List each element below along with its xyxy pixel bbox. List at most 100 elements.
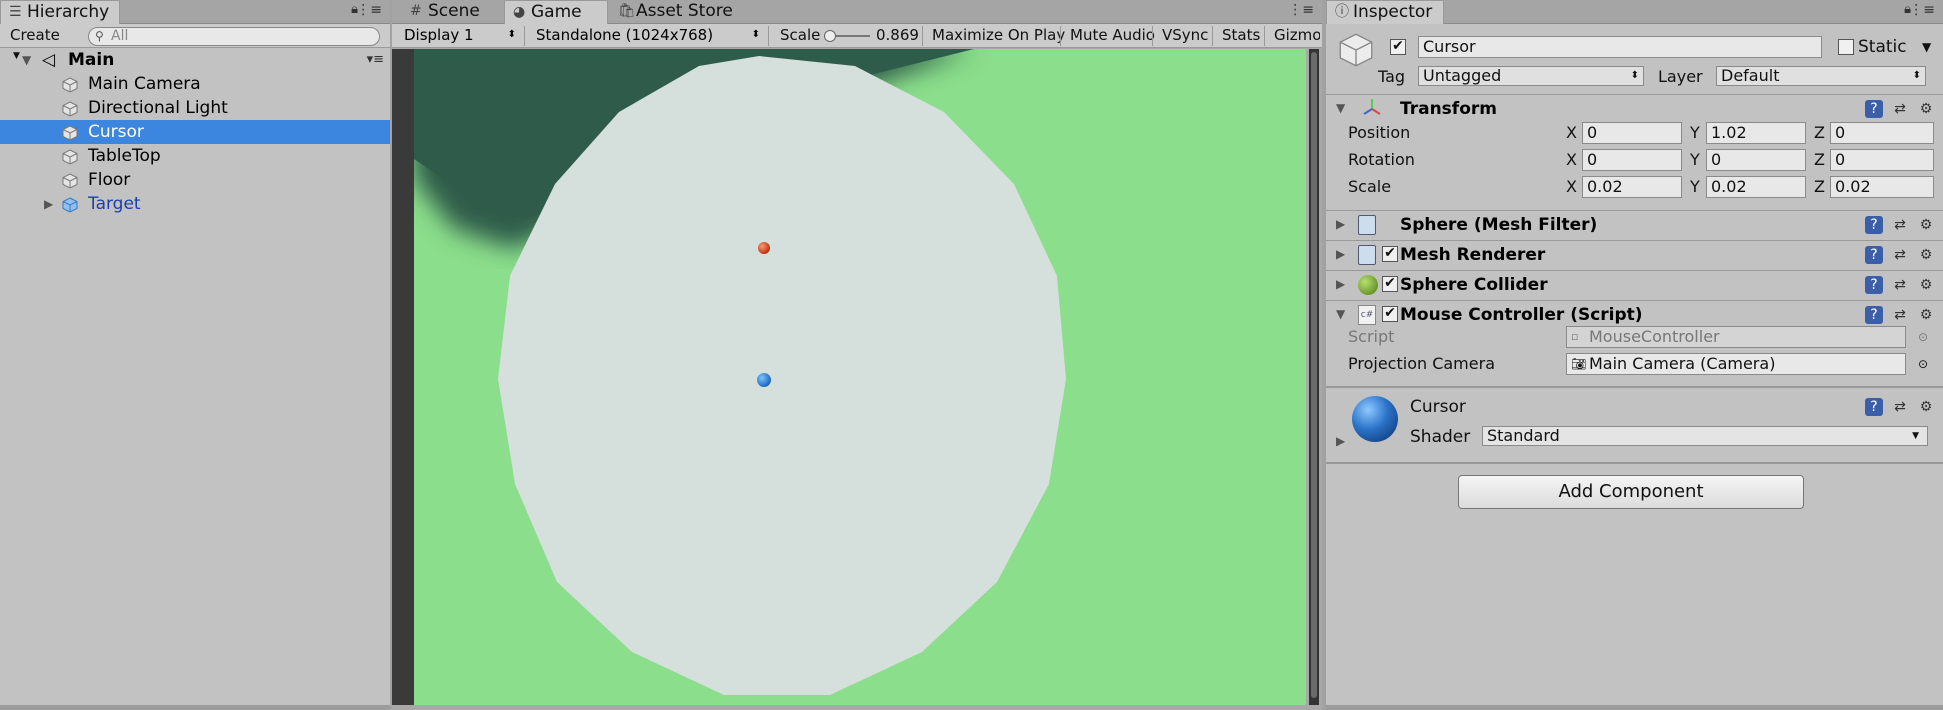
mute-audio-toggle[interactable]: Mute Audio — [1062, 26, 1163, 46]
component-icons: ? ⇄ ⚙ — [1865, 306, 1935, 324]
hierarchy-item-floor[interactable]: Floor — [0, 168, 390, 192]
mesh-filter-header[interactable]: ▶ Sphere (Mesh Filter) ? ⇄ ⚙ — [1326, 210, 1943, 238]
gear-icon[interactable]: ⚙ — [1917, 246, 1935, 264]
toolbar-separator — [524, 26, 525, 46]
transform-header[interactable]: ▼ Transform ? ⇄ ⚙ — [1326, 94, 1943, 122]
expand-arrow-icon[interactable]: ▶ — [44, 192, 53, 216]
unity-logo-icon: ◁ — [42, 50, 56, 70]
panel-menu-icon[interactable]: ⋮≡ — [356, 2, 382, 18]
tab-hierarchy[interactable]: ☰ Hierarchy — [0, 0, 120, 24]
mouse-controller-enabled-checkbox[interactable]: ✔ — [1382, 306, 1398, 322]
gear-icon[interactable]: ⚙ — [1917, 398, 1935, 416]
active-checkbox[interactable]: ✔ — [1390, 39, 1406, 55]
help-icon[interactable]: ? — [1865, 216, 1883, 234]
scale-slider[interactable] — [824, 30, 870, 42]
presets-icon[interactable]: ⇄ — [1891, 398, 1909, 416]
position-z-field[interactable]: 0 — [1830, 122, 1934, 144]
collapse-arrow-icon[interactable]: ▼ — [1336, 307, 1345, 321]
object-name-field[interactable]: Cursor — [1418, 36, 1822, 58]
viewport-scrollbar-thumb[interactable] — [1311, 52, 1317, 698]
gear-icon[interactable]: ⚙ — [1917, 216, 1935, 234]
help-icon[interactable]: ? — [1865, 100, 1883, 118]
rotation-label: Rotation — [1348, 150, 1415, 169]
updown-caret-icon: ⬍ — [1630, 70, 1639, 81]
hierarchy-item-directional-light[interactable]: Directional Light — [0, 96, 390, 120]
tab-inspector[interactable]: ⓘ Inspector — [1326, 0, 1444, 24]
mesh-filter-icon — [1358, 215, 1376, 235]
collapse-arrow-icon[interactable]: ▼ — [1336, 101, 1345, 115]
hierarchy-item-tabletop[interactable]: TableTop — [0, 144, 390, 168]
gear-icon[interactable]: ⚙ — [1917, 276, 1935, 294]
expand-arrow-icon[interactable]: ▶ — [1336, 247, 1345, 261]
resolution-dropdown[interactable]: Standalone (1024x768) ⬍ — [528, 26, 764, 46]
script-label: Script — [1348, 327, 1395, 346]
script-file-icon: ▫ — [1571, 330, 1579, 343]
toolbar-separator — [768, 26, 769, 46]
scene-menu-icon[interactable]: ▾≡ — [367, 48, 384, 72]
rotation-x-field[interactable]: 0 — [1582, 149, 1682, 171]
add-component-button[interactable]: Add Component — [1458, 475, 1804, 509]
scale-y-field[interactable]: 0.02 — [1706, 176, 1806, 198]
scale-slider-thumb[interactable] — [824, 30, 836, 42]
gear-icon[interactable]: ⚙ — [1917, 100, 1935, 118]
hierarchy-item-target[interactable]: ▶ Target — [0, 192, 390, 216]
create-button[interactable]: Create ▼ — [2, 26, 74, 61]
rotation-y-field[interactable]: 0 — [1706, 149, 1806, 171]
help-icon[interactable]: ? — [1865, 246, 1883, 264]
gameobject-cube-icon — [62, 76, 78, 93]
scale-x-field[interactable]: 0.02 — [1582, 176, 1682, 198]
panel-menu-icon[interactable]: ⋮≡ — [1288, 2, 1314, 18]
gizmos-dropdown[interactable]: Gizmo — [1266, 26, 1320, 46]
mesh-renderer-enabled-checkbox[interactable]: ✔ — [1382, 246, 1398, 262]
presets-icon[interactable]: ⇄ — [1891, 246, 1909, 264]
presets-icon[interactable]: ⇄ — [1891, 216, 1909, 234]
object-picker-icon[interactable]: ⊙ — [1918, 353, 1928, 375]
presets-icon[interactable]: ⇄ — [1891, 100, 1909, 118]
toolbar-separator — [922, 26, 923, 46]
tag-dropdown[interactable]: Untagged ⬍ — [1418, 66, 1644, 86]
vsync-toggle[interactable]: VSync — [1154, 26, 1216, 46]
projection-camera-field[interactable]: 📷︎ Main Camera (Camera) — [1566, 353, 1906, 375]
tab-asset-store[interactable]: 🛍︎ Asset Store — [610, 0, 760, 24]
display-dropdown[interactable]: Display 1 ⬍ — [396, 26, 520, 46]
help-icon[interactable]: ? — [1865, 398, 1883, 416]
presets-icon[interactable]: ⇄ — [1891, 306, 1909, 324]
stats-toggle[interactable]: Stats — [1214, 26, 1268, 46]
expand-arrow-icon[interactable]: ▶ — [1336, 217, 1345, 231]
hierarchy-item-cursor[interactable]: Cursor — [0, 120, 390, 144]
shader-dropdown[interactable]: Standard ▼ — [1482, 426, 1928, 446]
position-y-field[interactable]: 1.02 — [1706, 122, 1806, 144]
gear-icon[interactable]: ⚙ — [1917, 306, 1935, 324]
position-x-field[interactable]: 0 — [1582, 122, 1682, 144]
expand-arrow-icon[interactable]: ▶ — [1336, 430, 1345, 452]
help-icon[interactable]: ? — [1865, 306, 1883, 324]
rotation-z-field[interactable]: 0 — [1830, 149, 1934, 171]
scale-label: Scale — [1348, 177, 1392, 196]
hierarchy-item-main-camera[interactable]: Main Camera — [0, 72, 390, 96]
scene-row[interactable]: ▼ ◁ Main ▾≡ — [0, 48, 390, 72]
list-icon: ☰ — [9, 4, 22, 20]
mouse-controller-header[interactable]: ▼ c# ✔ Mouse Controller (Script) ? ⇄ ⚙ — [1326, 300, 1943, 328]
layer-dropdown[interactable]: Default ⬍ — [1716, 66, 1926, 86]
dropdown-caret-icon: ▼ — [1912, 431, 1919, 441]
scale-z-field[interactable]: 0.02 — [1830, 176, 1934, 198]
gameobject-cube-icon — [62, 100, 78, 117]
mesh-renderer-header[interactable]: ▶ ✔ Mesh Renderer ? ⇄ ⚙ — [1326, 240, 1943, 268]
help-icon[interactable]: ? — [1865, 276, 1883, 294]
game-viewport[interactable] — [414, 49, 1306, 705]
tab-scene[interactable]: # Scene — [402, 0, 504, 24]
hierarchy-search-input[interactable]: ⚲ All — [88, 27, 380, 46]
section-divider — [1326, 386, 1943, 388]
expand-arrow-icon[interactable]: ▶ — [1336, 277, 1345, 291]
sphere-collider-enabled-checkbox[interactable]: ✔ — [1382, 276, 1398, 292]
static-checkbox[interactable] — [1838, 39, 1854, 55]
tab-game[interactable]: ◕ Game — [504, 0, 608, 24]
expand-arrow-icon[interactable]: ▼ — [22, 48, 31, 72]
maximize-on-play-toggle[interactable]: Maximize On Play — [924, 26, 1073, 46]
presets-icon[interactable]: ⇄ — [1891, 276, 1909, 294]
static-dropdown-caret-icon[interactable]: ▼ — [1922, 36, 1931, 58]
material-name: Cursor — [1410, 397, 1466, 417]
sphere-collider-header[interactable]: ▶ ✔ Sphere Collider ? ⇄ ⚙ — [1326, 270, 1943, 298]
projection-camera-label: Projection Camera — [1348, 354, 1495, 373]
panel-menu-icon[interactable]: ⋮≡ — [1909, 2, 1935, 18]
